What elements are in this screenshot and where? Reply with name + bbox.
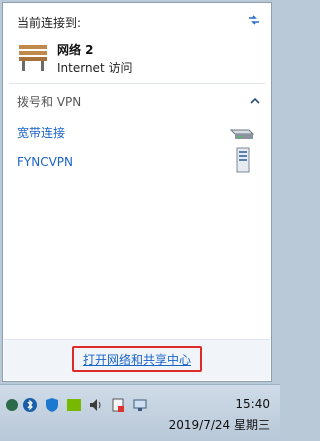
clock-time[interactable]: 15:40	[235, 397, 270, 411]
divider	[9, 83, 265, 84]
network-name: 网络 2	[57, 43, 94, 57]
refresh-icon[interactable]	[246, 12, 262, 28]
flyout-footer: 打开网络和共享中心	[4, 339, 270, 380]
list-item-broadband[interactable]: 宽带连接	[17, 122, 261, 142]
server-icon	[236, 147, 250, 173]
bluetooth-icon[interactable]	[22, 397, 38, 413]
current-connection-title: 当前连接到:	[17, 16, 82, 30]
fyncvpn-label: FYNCVPN	[17, 155, 74, 169]
network-sharing-center-link[interactable]: 打开网络和共享中心	[72, 346, 202, 372]
broadband-label: 宽带连接	[17, 126, 66, 140]
chevron-up-icon[interactable]	[250, 97, 260, 105]
network-icon[interactable]	[132, 397, 148, 413]
network-bench-icon	[19, 45, 47, 71]
nvidia-icon[interactable]	[66, 397, 82, 413]
dialup-vpn-header: 拨号和 VPN	[17, 95, 82, 109]
volume-icon[interactable]	[88, 397, 104, 413]
list-item-fyncvpn[interactable]: FYNCVPN	[17, 147, 261, 173]
app-icon[interactable]	[4, 397, 20, 413]
modem-icon	[229, 129, 255, 139]
shield-icon[interactable]	[44, 397, 60, 413]
clock-date[interactable]: 2019/7/24 星期三	[169, 416, 270, 433]
connected-network[interactable]: 网络 2 Internet 访问	[17, 39, 257, 79]
network-status: Internet 访问	[57, 61, 133, 75]
network-flyout: 当前连接到: 网络 2 Internet 访问 拨号和 VPN 宽带连接 FYN…	[2, 2, 272, 382]
taskbar: 15:40 2019/7/24 星期三	[0, 384, 280, 441]
action-center-icon[interactable]	[110, 397, 126, 413]
